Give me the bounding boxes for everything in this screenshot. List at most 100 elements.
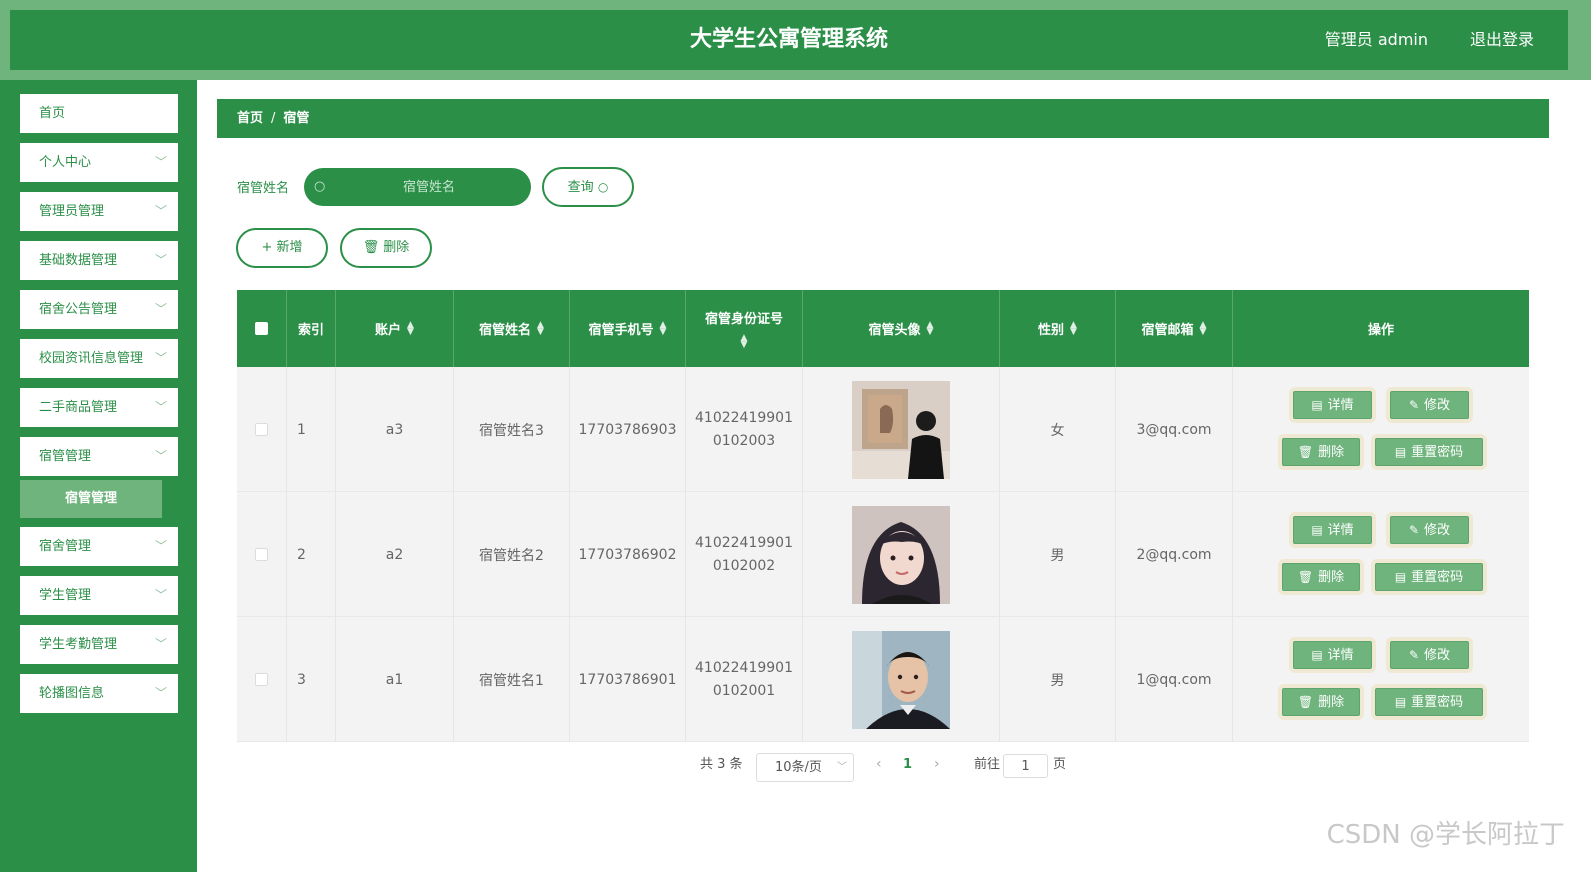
chevron-down-icon: ﹀ <box>154 400 167 414</box>
chevron-down-icon: ﹀ <box>154 155 167 169</box>
cell-index: 2 <box>287 492 336 617</box>
delete-label: 删除 <box>383 240 410 255</box>
row-checkbox[interactable] <box>255 423 268 436</box>
delete-button[interactable]: 🗑 删除 <box>1278 559 1364 595</box>
page-size-select[interactable]: 10条/页 ﹀ <box>756 753 854 782</box>
column-header-email[interactable]: 宿管邮箱 ▲ ▼ <box>1116 290 1233 367</box>
sidebar-item-second-hand[interactable]: 二手商品管理 ﹀ <box>20 388 178 427</box>
cell-avatar <box>803 492 1000 617</box>
column-header-idcard[interactable]: 宿管身份证号 ▲ ▼ <box>686 290 803 367</box>
query-button[interactable]: 查询 ○ <box>542 167 634 207</box>
cell-gender: 女 <box>1000 367 1116 492</box>
sidebar-item-students[interactable]: 学生管理 ﹀ <box>20 576 178 615</box>
sort-icon: ▲ ▼ <box>1070 319 1077 337</box>
sidebar-item-admins[interactable]: 管理员管理 ﹀ <box>20 192 178 231</box>
cell-phone: 17703786902 <box>570 492 686 617</box>
sidebar-item-dorms[interactable]: 宿舍管理 ﹀ <box>20 527 178 566</box>
edit-button[interactable]: ✎ 修改 <box>1386 512 1473 548</box>
goto-page-input[interactable] <box>1003 754 1048 778</box>
sort-icon: ▲ ▼ <box>740 333 748 350</box>
row-select-cell <box>237 617 287 742</box>
sidebar: 首页 个人中心 ﹀ 管理员管理 ﹀ 基础数据管理 ﹀ 宿舍公告管理 ﹀ 校园资讯信息管理… <box>0 80 197 872</box>
cell-gender: 男 <box>1000 492 1116 617</box>
chevron-down-icon: ﹀ <box>154 351 167 365</box>
detail-label: 详情 <box>1327 648 1354 663</box>
delete-button[interactable]: 🗑 删除 <box>1278 684 1364 720</box>
edit-button[interactable]: ✎ 修改 <box>1386 387 1473 423</box>
cell-actions <box>1233 492 1529 617</box>
sort-icon: ▲ ▼ <box>1199 319 1207 337</box>
column-header-avatar[interactable]: 宿管头像 ▲ ▼ <box>803 290 1000 367</box>
row-checkbox[interactable] <box>255 548 268 561</box>
reset-password-button[interactable]: ▤ 重置密码 <box>1371 434 1487 470</box>
detail-button[interactable]: ▤ 详情 <box>1289 387 1376 423</box>
delete-button[interactable]: 🗑 删除 <box>1278 434 1364 470</box>
sidebar-item-announcements[interactable]: 宿舍公告管理 ﹀ <box>20 290 178 329</box>
sidebar-item-dorm-managers[interactable]: 宿管管理 ﹀ <box>20 437 178 476</box>
search-label: 宿管姓名 <box>237 181 290 196</box>
chevron-down-icon: ﹀ <box>154 204 167 218</box>
sidebar-item-campus-news[interactable]: 校园资讯信息管理 ﹀ <box>20 339 178 378</box>
idcard-line: 41022419901 <box>695 659 793 676</box>
cell-account: a2 <box>336 492 454 617</box>
sidebar-subitem-dorm-managers[interactable]: 宿管管理 <box>20 480 162 518</box>
column-header-gender[interactable]: 性别 ▲ ▼ <box>1000 290 1116 367</box>
select-all-checkbox[interactable] <box>255 322 268 335</box>
reset-password-button[interactable]: ▤ 重置密码 <box>1371 559 1487 595</box>
batch-delete-button[interactable]: 🗑 删除 <box>340 228 432 268</box>
sort-icon: ▲ ▼ <box>537 319 544 337</box>
page-unit-label: 页 <box>1053 757 1067 772</box>
sidebar-item-label: 个人中心 <box>39 155 92 170</box>
trash-icon: 🗑 <box>1297 570 1314 584</box>
search-input[interactable] <box>334 168 524 206</box>
idcard-line: 0102002 <box>712 557 776 574</box>
prev-page-icon[interactable]: ‹ <box>876 756 882 772</box>
breadcrumb-home[interactable]: 首页 <box>237 111 263 126</box>
sidebar-item-profile[interactable]: 个人中心 ﹀ <box>20 143 178 182</box>
edit-button[interactable]: ✎ 修改 <box>1386 637 1473 673</box>
sidebar-item-carousel[interactable]: 轮播图信息 ﹀ <box>20 674 178 713</box>
logout-link[interactable]: 退出登录 <box>1470 10 1534 70</box>
top-bar: 大学生公寓管理系统 管理员 admin 退出登录 <box>0 0 1591 80</box>
sort-icon: ▲ ▼ <box>659 319 667 337</box>
idcard-line: 0102003 <box>712 432 776 449</box>
column-header-phone[interactable]: 宿管手机号 ▲ ▼ <box>570 290 686 367</box>
column-header-label: 宿管头像 <box>868 323 921 338</box>
row-checkbox[interactable] <box>255 673 268 686</box>
reset-password-button[interactable]: ▤ 重置密码 <box>1371 684 1487 720</box>
detail-button[interactable]: ▤ 详情 <box>1289 512 1376 548</box>
chevron-down-icon: ﹀ <box>154 686 167 700</box>
column-header-name[interactable]: 宿管姓名 ▲ ▼ <box>454 290 570 367</box>
cell-phone: 17703786903 <box>570 367 686 492</box>
detail-button[interactable]: ▤ 详情 <box>1289 637 1376 673</box>
chevron-down-icon: ﹀ <box>837 762 847 773</box>
avatar-image[interactable] <box>852 630 950 729</box>
column-header-account[interactable]: 账户 ▲ ▼ <box>336 290 454 367</box>
breadcrumb: 首页 / 宿管 <box>217 99 1549 138</box>
sort-icon: ▲ ▼ <box>926 319 934 337</box>
header: 大学生公寓管理系统 管理员 admin 退出登录 <box>10 10 1568 70</box>
sidebar-item-home[interactable]: 首页 <box>20 94 178 133</box>
chevron-down-icon: ﹀ <box>154 539 167 553</box>
avatar-image[interactable] <box>852 505 950 604</box>
detail-label: 详情 <box>1327 523 1354 538</box>
breadcrumb-separator: / <box>271 111 276 126</box>
add-button[interactable]: + 新增 <box>236 228 328 268</box>
edit-label: 修改 <box>1424 398 1451 413</box>
table-row: 1 a3 宿管姓名3 17703786903 41022419901 010200… <box>237 367 1529 492</box>
document-icon: ▤ <box>1394 570 1407 584</box>
idcard-line: 0102001 <box>712 682 776 699</box>
next-page-icon[interactable]: › <box>934 756 940 772</box>
column-header-label: 宿管姓名 <box>479 323 532 338</box>
avatar-image[interactable] <box>852 380 950 479</box>
sidebar-item-attendance[interactable]: 学生考勤管理 ﹀ <box>20 625 178 664</box>
sidebar-item-label: 学生管理 <box>39 588 92 603</box>
sidebar-item-label: 二手商品管理 <box>39 400 118 415</box>
breadcrumb-current: 宿管 <box>283 111 310 126</box>
query-label: 查询 <box>567 180 594 195</box>
page-number-current[interactable]: 1 <box>903 757 912 772</box>
sidebar-item-base-data[interactable]: 基础数据管理 ﹀ <box>20 241 178 280</box>
document-icon: ▤ <box>1311 523 1323 537</box>
cell-email: 3@qq.com <box>1116 367 1233 492</box>
add-label: 新增 <box>276 240 303 255</box>
